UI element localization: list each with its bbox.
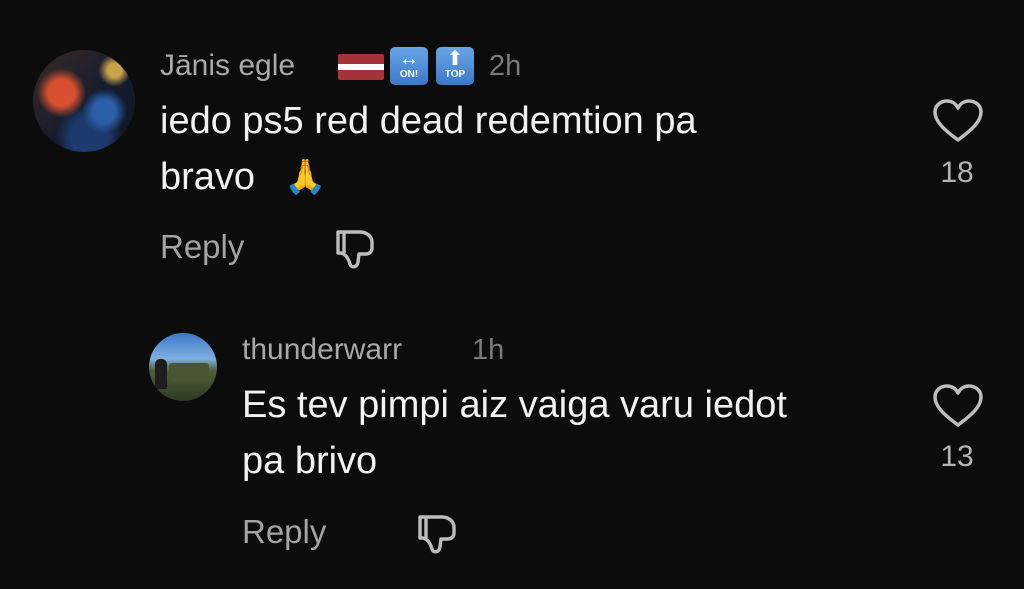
comment-text-line: pa brivo: [242, 440, 378, 482]
dislike-icon[interactable]: [414, 511, 460, 557]
like-count: 13: [940, 440, 974, 473]
comment-text-line: Es tev pimpi aiz vaiga varu iedot: [242, 384, 787, 426]
comment-text: iedo ps5 red dead redemtion pa bravo: [160, 93, 860, 205]
on-arrow-icon: ↔ ON!: [390, 47, 428, 85]
comments-page: Jānis egle ↔ ON! ⬆ TOP 2h iedo ps5 red d…: [0, 0, 1024, 589]
comment-text-line: iedo ps5 red dead redemtion pa: [160, 100, 697, 142]
comment-username[interactable]: Jānis egle: [160, 49, 295, 83]
avatar-image: [169, 363, 209, 381]
dislike-icon[interactable]: [332, 226, 378, 272]
comment-username[interactable]: thunderwarr: [242, 333, 402, 367]
folded-hands-emoji-icon: 🙏: [284, 158, 327, 196]
heart-icon[interactable]: [933, 384, 983, 428]
heart-icon[interactable]: [933, 99, 983, 143]
comment-timestamp: 2h: [489, 50, 522, 82]
reply-button[interactable]: Reply: [242, 513, 326, 551]
top-arrow-icon: ⬆ TOP: [436, 47, 474, 85]
avatar[interactable]: [149, 333, 217, 401]
comment-text-line: bravo: [160, 156, 256, 198]
avatar[interactable]: [33, 50, 135, 152]
reply-button[interactable]: Reply: [160, 228, 244, 266]
comment-timestamp: 1h: [472, 334, 505, 366]
like-count: 18: [940, 156, 974, 189]
comment-text: Es tev pimpi aiz vaiga varu iedot pa bri…: [242, 377, 922, 489]
latvia-flag-icon: [338, 54, 384, 80]
